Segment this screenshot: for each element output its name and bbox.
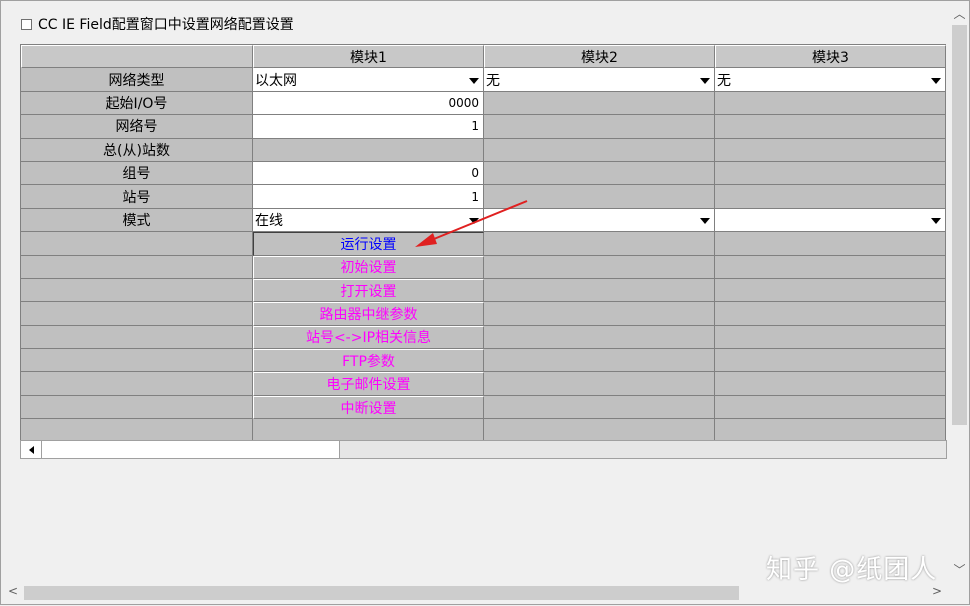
module2-open-cell: [484, 278, 715, 303]
module3-total-stations-cell: [715, 138, 946, 162]
module3-network-no-cell: [715, 115, 946, 139]
dropdown-arrow-icon[interactable]: [700, 77, 710, 84]
module3-email-cell: [715, 372, 946, 396]
module2-initial-cell: [484, 255, 715, 279]
bottom-horizontal-scrollbar[interactable]: < >: [2, 583, 950, 603]
bottom-scroll-thumb[interactable]: [24, 586, 739, 600]
module2-mode-select[interactable]: [484, 208, 715, 233]
module3-interrupt-cell: [715, 395, 946, 420]
ftp-parameter-button[interactable]: FTP参数: [253, 349, 484, 373]
module3-station-ip-cell: [715, 325, 946, 350]
module3-network-type-value: 无: [717, 72, 731, 89]
module2-ftp-cell: [484, 349, 715, 373]
row-label-blank: [21, 278, 253, 303]
module2-station-ip-cell: [484, 325, 715, 350]
module2-operation-cell: [484, 232, 715, 256]
header-module1: 模块1: [253, 45, 484, 69]
network-config-checkbox-label: CC IE Field配置窗口中设置网络配置设置: [38, 17, 294, 33]
row-label-blank: [21, 349, 253, 373]
initial-setting-button[interactable]: 初始设置: [253, 255, 484, 279]
dropdown-arrow-icon[interactable]: [469, 217, 479, 224]
vertical-scrollbar[interactable]: ︿ ﹀: [950, 1, 969, 581]
config-window: CC IE Field配置窗口中设置网络配置设置 模块1 模块2 模块3 网络类…: [0, 0, 970, 605]
dropdown-arrow-icon[interactable]: [700, 217, 710, 224]
row-label-blank: [21, 255, 253, 279]
grid-scroll-thumb[interactable]: [42, 441, 340, 458]
row-label-total-stations: 总(从)站数: [21, 138, 253, 162]
module3-group-no-cell: [715, 161, 946, 186]
module3-router-cell: [715, 302, 946, 326]
row-label-blank: [21, 325, 253, 350]
chevron-left-icon[interactable]: <: [8, 585, 18, 597]
watermark: 知乎 @纸团人: [766, 555, 938, 585]
module1-group-no-input[interactable]: 0: [253, 161, 484, 186]
module1-network-no-input[interactable]: 1: [253, 115, 484, 139]
row-label-mode: 模式: [21, 208, 253, 233]
module2-email-cell: [484, 372, 715, 396]
module1-station-no-input[interactable]: 1: [253, 185, 484, 209]
vertical-scroll-thumb[interactable]: [952, 25, 967, 425]
row-label-blank: [21, 232, 253, 256]
chevron-down-icon: ﹀: [953, 563, 966, 577]
scroll-up-button[interactable]: ︿: [950, 5, 969, 23]
network-config-option[interactable]: CC IE Field配置窗口中设置网络配置设置: [21, 13, 294, 35]
dropdown-arrow-icon[interactable]: [931, 217, 941, 224]
scroll-down-button[interactable]: ﹀: [950, 561, 969, 579]
chevron-right-icon[interactable]: >: [932, 585, 942, 597]
module1-mode-select[interactable]: 在线: [253, 208, 484, 233]
module3-station-no-cell: [715, 185, 946, 209]
module1-network-type-value: 以太网: [255, 72, 297, 89]
open-setting-button[interactable]: 打开设置: [253, 278, 484, 303]
row-label-network-no: 网络号: [21, 115, 253, 139]
module2-network-no-cell: [484, 115, 715, 139]
station-ip-info-button[interactable]: 站号<->IP相关信息: [253, 325, 484, 350]
header-module2: 模块2: [484, 45, 715, 69]
module2-network-type-select[interactable]: 无: [484, 68, 715, 92]
row-label-network-type: 网络类型: [21, 68, 253, 92]
chevron-up-icon: ︿: [953, 7, 966, 21]
row-label-blank: [21, 372, 253, 396]
module3-operation-cell: [715, 232, 946, 256]
dropdown-arrow-icon[interactable]: [469, 77, 479, 84]
header-corner: [21, 45, 253, 69]
scroll-left-button[interactable]: [21, 441, 42, 458]
module1-network-type-select[interactable]: 以太网: [253, 68, 484, 92]
module-config-grid: 模块1 模块2 模块3 网络类型 以太网 无 无 起始I/O号 0000 网络号…: [20, 44, 946, 443]
module3-open-cell: [715, 278, 946, 303]
row-label-blank: [21, 302, 253, 326]
email-setting-button[interactable]: 电子邮件设置: [253, 372, 484, 396]
router-relay-parameter-button[interactable]: 路由器中继参数: [253, 302, 484, 326]
row-label-station-no: 站号: [21, 185, 253, 209]
module3-start-io-cell: [715, 91, 946, 116]
interrupt-setting-button[interactable]: 中断设置: [253, 395, 484, 420]
module2-station-no-cell: [484, 185, 715, 209]
module2-total-stations-cell: [484, 138, 715, 162]
row-label-group-no: 组号: [21, 161, 253, 186]
module2-network-type-value: 无: [486, 72, 500, 89]
left-arrow-icon: [28, 445, 34, 454]
dropdown-arrow-icon[interactable]: [931, 77, 941, 84]
module3-ftp-cell: [715, 349, 946, 373]
module3-network-type-select[interactable]: 无: [715, 68, 946, 92]
module3-mode-select[interactable]: [715, 208, 946, 233]
module1-mode-value: 在线: [255, 212, 283, 229]
grid-horizontal-scrollbar[interactable]: [20, 440, 947, 459]
row-label-blank: [21, 395, 253, 420]
header-module3: 模块3: [715, 45, 946, 69]
row-label-start-io: 起始I/O号: [21, 91, 253, 116]
operation-setting-button[interactable]: 运行设置: [253, 232, 484, 256]
module1-start-io-input[interactable]: 0000: [253, 91, 484, 116]
module2-group-no-cell: [484, 161, 715, 186]
module3-initial-cell: [715, 255, 946, 279]
module2-interrupt-cell: [484, 395, 715, 420]
module2-router-cell: [484, 302, 715, 326]
network-config-checkbox[interactable]: [21, 18, 32, 30]
module1-total-stations-cell: [253, 138, 484, 162]
module2-start-io-cell: [484, 91, 715, 116]
